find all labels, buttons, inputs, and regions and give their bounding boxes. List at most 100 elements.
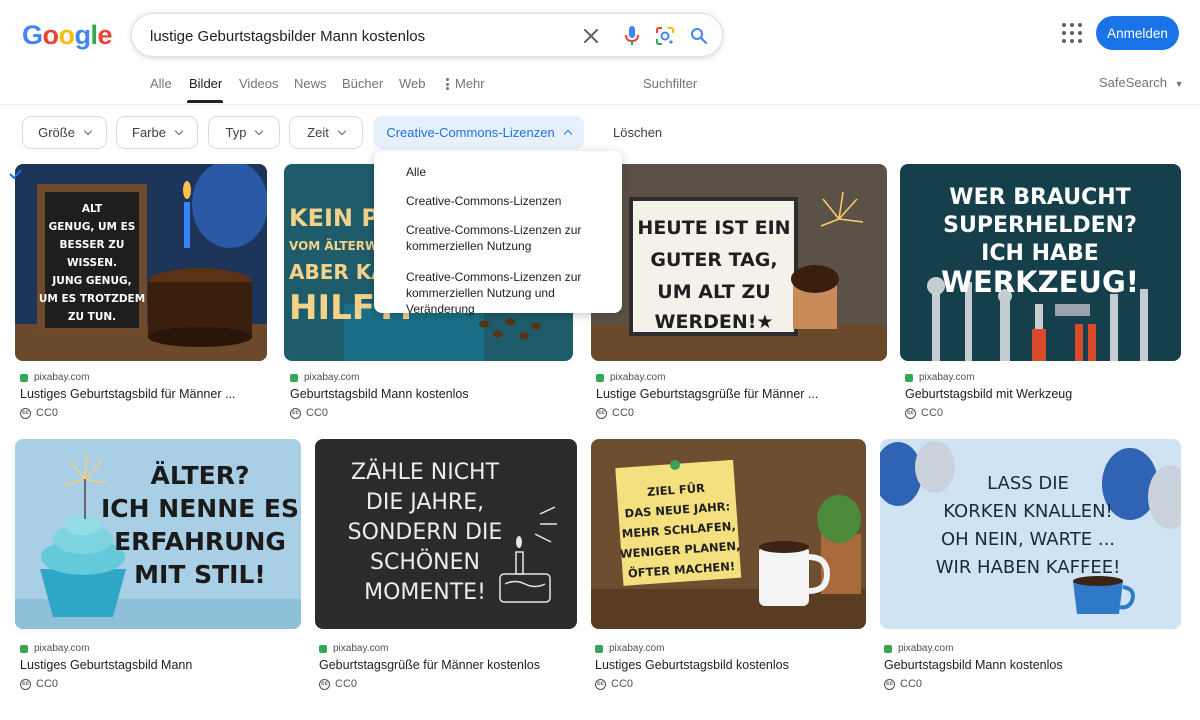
result-source[interactable]: pixabay.com [290, 372, 359, 383]
search-input[interactable] [150, 25, 570, 47]
result-image-1[interactable]: ALT GENUG, UM ES BESSER ZU WISSEN. JUNG … [15, 164, 267, 361]
cc-license-icon: cc [595, 678, 606, 690]
favicon-icon [905, 373, 913, 382]
menu-item-cc-commercial-modify[interactable]: Creative-Commons-Lizenzen zur kommerziel… [406, 269, 616, 317]
source-domain: pixabay.com [898, 643, 954, 654]
tab-images[interactable]: Bilder [189, 76, 222, 91]
safesearch-button[interactable]: SafeSearch ▼ [1099, 75, 1183, 90]
result-image-3[interactable]: HEUTE IST EIN GUTER TAG, UM ALT ZU WERDE… [591, 164, 887, 361]
result-source[interactable]: pixabay.com [595, 643, 664, 654]
tab-more[interactable]: Mehr [455, 76, 485, 91]
license-badge: cc CC0 [595, 678, 633, 690]
checkmark-icon [9, 166, 22, 184]
tab-videos[interactable]: Videos [239, 76, 279, 91]
license-badge: cc CC0 [884, 678, 922, 690]
chip-color[interactable]: Farbe [116, 116, 198, 149]
image-text-line: ERFAHRUNG [114, 527, 286, 556]
result-title[interactable]: Geburtstagsbild Mann kostenlos [290, 387, 469, 401]
image-text-line: SCHÖNEN [370, 549, 480, 575]
tab-web[interactable]: Web [399, 76, 426, 91]
lens-icon[interactable] [654, 25, 676, 47]
image-text-line: ICH HABE [981, 241, 1099, 266]
chip-license[interactable]: Creative-Commons-Lizenzen [373, 116, 584, 149]
result-image-5[interactable]: ÄLTER? ICH NENNE ES ERFAHRUNG MIT STIL! [15, 439, 301, 629]
source-domain: pixabay.com [304, 372, 360, 383]
tab-books[interactable]: Bücher [342, 76, 383, 91]
chip-label: Typ [225, 125, 247, 140]
signin-button[interactable]: Anmelden [1096, 16, 1179, 50]
image-text-line: WIR HABEN KAFFEE! [936, 557, 1121, 578]
result-image-8[interactable]: LASS DIE KORKEN KNALLEN! OH NEIN, WARTE … [880, 439, 1181, 629]
cc-license-icon: cc [290, 407, 301, 419]
source-domain: pixabay.com [333, 643, 389, 654]
result-source[interactable]: pixabay.com [596, 372, 665, 383]
result-image-6[interactable]: ZÄHLE NICHT DIE JAHRE, SONDERN DIE SCHÖN… [315, 439, 577, 629]
image-text-line: ZÄHLE NICHT [351, 459, 500, 485]
close-icon[interactable] [580, 25, 602, 47]
result-source[interactable]: pixabay.com [319, 643, 388, 654]
search-icon[interactable] [688, 25, 710, 47]
tools-button[interactable]: Suchfilter [643, 76, 697, 91]
header-divider [0, 104, 1200, 105]
image-text-line: ÄLTER? [150, 460, 249, 490]
clear-filters-button[interactable]: Löschen [613, 125, 662, 140]
image-text-line: JUNG GENUG, [51, 275, 131, 287]
image-text-line: WISSEN. [67, 257, 117, 269]
result-title[interactable]: Geburtstagsbild Mann kostenlos [884, 658, 1063, 672]
license-label: CC0 [900, 678, 923, 690]
cc-license-icon: cc [596, 407, 607, 419]
result-source[interactable]: pixabay.com [20, 643, 89, 654]
google-logo[interactable]: Google [22, 20, 113, 51]
tab-news[interactable]: News [294, 76, 327, 91]
favicon-icon [20, 644, 28, 653]
image-text-line: ALT [82, 203, 103, 215]
result-title[interactable]: Lustiges Geburtstagsbild kostenlos [595, 658, 789, 672]
favicon-icon [596, 373, 604, 382]
favicon-icon [884, 644, 892, 653]
chevron-down-icon [174, 126, 184, 136]
image-text-line: GENUG, UM ES [49, 221, 136, 233]
result-title[interactable]: Geburtstagsgrüße für Männer kostenlos [319, 658, 540, 672]
safesearch-label: SafeSearch [1099, 75, 1167, 90]
result-image-7[interactable]: ZIEL FÜR DAS NEUE JAHR: MEHR SCHLAFEN, W… [591, 439, 866, 629]
chevron-down-icon [337, 126, 347, 136]
image-text-line: ZU TUN. [68, 311, 116, 323]
license-label: CC0 [306, 407, 329, 419]
chevron-up-icon [563, 129, 572, 139]
result-title[interactable]: Geburtstagsbild mit Werkzeug [905, 387, 1072, 401]
cc-license-icon: cc [20, 678, 31, 690]
license-badge: cc CC0 [319, 678, 357, 690]
result-source[interactable]: pixabay.com [20, 372, 89, 383]
cc-license-icon: cc [20, 407, 31, 419]
result-title[interactable]: Lustiges Geburtstagsbild Mann [20, 658, 192, 672]
image-text-line: UM ALT ZU [657, 281, 770, 303]
chip-time[interactable]: Zeit [289, 116, 363, 149]
more-dots-icon [446, 78, 449, 90]
image-text-line: SONDERN DIE [348, 520, 503, 545]
caret-down-icon: ▼ [1174, 79, 1184, 89]
chip-label: Creative-Commons-Lizenzen [386, 125, 555, 140]
menu-item-all[interactable]: Alle [406, 164, 426, 180]
chip-label: Farbe [132, 125, 166, 140]
license-label: CC0 [612, 407, 635, 419]
source-domain: pixabay.com [609, 643, 665, 654]
image-text-line: BESSER ZU [60, 239, 125, 251]
favicon-icon [595, 644, 603, 653]
chip-size[interactable]: Größe [22, 116, 107, 149]
result-title[interactable]: Lustiges Geburtstagsbild für Männer ... [20, 387, 235, 401]
microphone-icon[interactable] [621, 25, 643, 47]
menu-item-cc-commercial[interactable]: Creative-Commons-Lizenzen zur kommerziel… [406, 222, 596, 254]
result-image-4[interactable]: WER BRAUCHT SUPERHELDEN? ICH HABE WERKZE… [900, 164, 1181, 361]
image-text-line: ICH NENNE ES [101, 494, 299, 523]
image-text-line: GUTER TAG, [650, 249, 777, 271]
tab-all[interactable]: Alle [150, 76, 172, 91]
result-source[interactable]: pixabay.com [905, 372, 974, 383]
menu-item-cc-licenses[interactable]: Creative-Commons-Lizenzen [406, 193, 561, 209]
chip-type[interactable]: Typ [208, 116, 280, 149]
apps-grid-icon[interactable] [1062, 23, 1082, 43]
license-label: CC0 [921, 407, 944, 419]
result-title[interactable]: Lustige Geburtstagsgrüße für Männer ... [596, 387, 818, 401]
license-badge: cc CC0 [20, 407, 58, 419]
result-source[interactable]: pixabay.com [884, 643, 953, 654]
source-domain: pixabay.com [610, 372, 666, 383]
